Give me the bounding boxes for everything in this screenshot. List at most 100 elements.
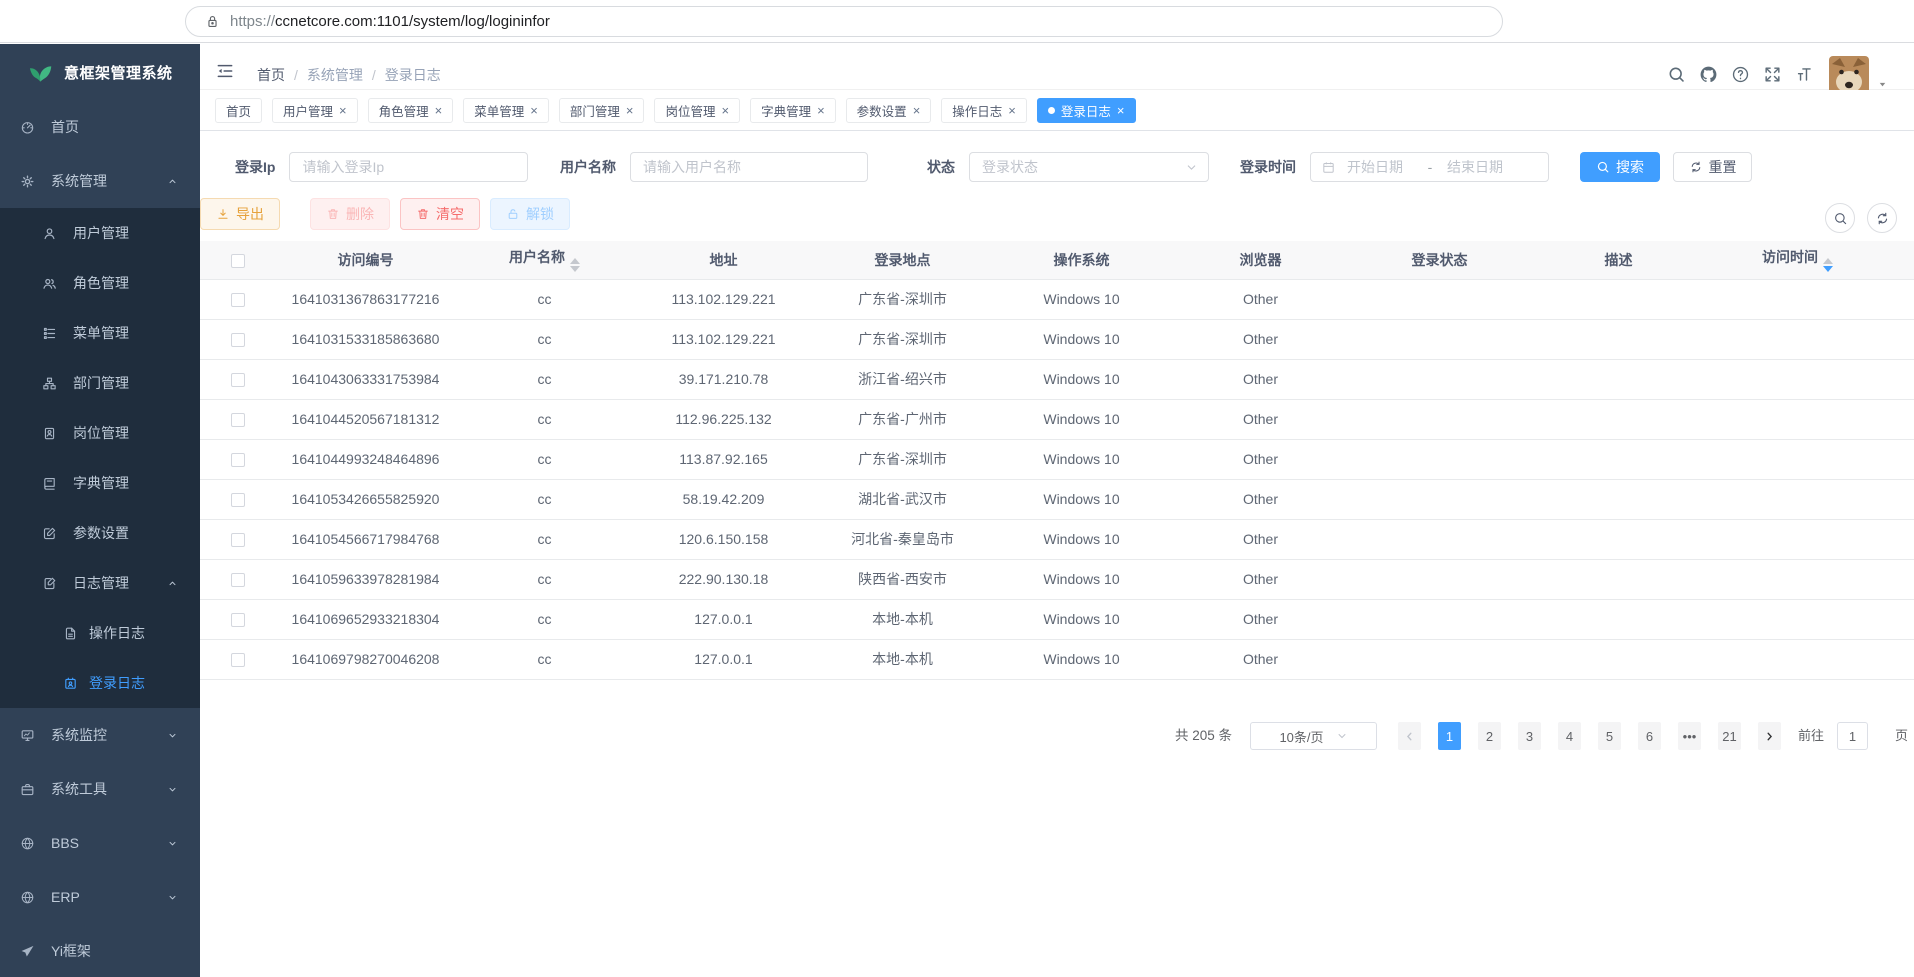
- row-checkbox[interactable]: [231, 293, 245, 307]
- row-checkbox[interactable]: [231, 573, 245, 587]
- [object Object]-icon[interactable]: [1522, 11, 1543, 32]
- close-icon[interactable]: ×: [339, 104, 347, 117]
- close-icon[interactable]: ×: [913, 104, 921, 117]
- url-bar[interactable]: https://ccnetcore.com:1101/system/log/lo…: [185, 6, 1503, 37]
- tab-tag[interactable]: 菜单管理 ×: [463, 98, 549, 123]
- [object Object]-icon[interactable]: [1574, 11, 1595, 32]
- font-size-icon[interactable]: [1795, 65, 1814, 84]
- [object Object]-icon[interactable]: [1834, 11, 1855, 32]
- toolbar-button[interactable]: 清空: [400, 198, 480, 230]
- sidebar-item[interactable]: 用户管理: [0, 208, 200, 258]
- caret-down-icon[interactable]: [1877, 79, 1888, 90]
- toolbar-button[interactable]: 解锁: [490, 198, 570, 230]
- [object Object]-icon[interactable]: [1782, 11, 1803, 32]
- login-ip-input[interactable]: 请输入登录Ip: [289, 152, 528, 182]
- page-number-button[interactable]: 2: [1478, 722, 1501, 750]
- [object Object]-icon[interactable]: [1426, 12, 1445, 31]
- tab-tag[interactable]: 部门管理 ×: [559, 98, 645, 123]
- search-icon[interactable]: [1667, 65, 1686, 84]
- close-icon[interactable]: ×: [435, 104, 443, 117]
- breadcrumb-item[interactable]: 系统管理: [307, 67, 363, 83]
- [object Object]-icon[interactable]: [1678, 11, 1699, 32]
- tab-tag[interactable]: 操作日志 ×: [941, 98, 1027, 123]
- sidebar-item[interactable]: Yi框架: [0, 924, 200, 977]
- page-number-button[interactable]: •••: [1678, 722, 1701, 750]
- sidebar-item[interactable]: 岗位管理: [0, 408, 200, 458]
- tab-tag[interactable]: 角色管理 ×: [368, 98, 454, 123]
- sidebar-item[interactable]: 字典管理: [0, 458, 200, 508]
- tab-tag[interactable]: 用户管理 ×: [272, 98, 358, 123]
- sidebar-item[interactable]: 部门管理: [0, 358, 200, 408]
- page-number-button[interactable]: 5: [1598, 722, 1621, 750]
- sidebar-item[interactable]: 菜单管理: [0, 308, 200, 358]
- sidebar-item[interactable]: 系统工具: [0, 762, 200, 816]
- sidebar-item[interactable]: ERP: [0, 870, 200, 924]
- close-icon[interactable]: ×: [1008, 104, 1016, 117]
- [object Object]-icon[interactable]: [1626, 11, 1647, 32]
- sidebar-item[interactable]: BBS: [0, 816, 200, 870]
- sidebar-item[interactable]: 系统监控: [0, 708, 200, 762]
- date-end[interactable]: 结束日期: [1447, 157, 1513, 177]
- search-button[interactable]: 搜索: [1580, 152, 1660, 182]
- column-header[interactable]: 用户名称: [455, 241, 634, 279]
- date-start[interactable]: 开始日期: [1347, 157, 1413, 177]
- row-checkbox[interactable]: [231, 493, 245, 507]
- [object Object]-icon[interactable]: [1381, 12, 1400, 31]
- [object Object]-icon[interactable]: [78, 11, 98, 31]
- sidebar-item[interactable]: 操作日志: [0, 608, 200, 658]
- reset-button[interactable]: 重置: [1673, 152, 1752, 182]
- [object Object]-icon[interactable]: [0, 11, 20, 31]
- next-page-button[interactable]: [1758, 722, 1781, 750]
- breadcrumb-item[interactable]: 首页: [257, 67, 285, 83]
- row-checkbox[interactable]: [231, 413, 245, 427]
- close-icon[interactable]: ×: [530, 104, 538, 117]
- [object Object]-icon[interactable]: [1886, 11, 1907, 32]
- close-icon[interactable]: ×: [817, 104, 825, 117]
- row-checkbox[interactable]: [231, 653, 245, 667]
- tab-tag[interactable]: 登录日志 ×: [1037, 98, 1136, 123]
- tab-tag[interactable]: 参数设置 ×: [846, 98, 932, 123]
- table-refresh-button[interactable]: [1867, 203, 1897, 233]
- collapse-menu-icon[interactable]: [215, 61, 235, 81]
- fullscreen-icon[interactable]: [1763, 65, 1782, 84]
- [object Object]-icon[interactable]: [1471, 12, 1490, 31]
- page-number-button[interactable]: 21: [1718, 722, 1741, 750]
- sidebar-item[interactable]: 系统管理: [0, 154, 200, 208]
- toolbar-button[interactable]: 删除: [310, 198, 390, 230]
- column-header[interactable]: 访问时间: [1708, 241, 1887, 279]
- sidebar-item[interactable]: 角色管理: [0, 258, 200, 308]
- tab-tag[interactable]: 岗位管理 ×: [654, 98, 740, 123]
- [object Object]-icon[interactable]: [132, 11, 152, 31]
- sidebar-item[interactable]: 登录日志: [0, 658, 200, 708]
- user-name-input[interactable]: 请输入用户名称: [630, 152, 868, 182]
- status-select[interactable]: 登录状态: [969, 152, 1209, 182]
- page-number-button[interactable]: 4: [1558, 722, 1581, 750]
- date-range-input[interactable]: 开始日期 - 结束日期: [1310, 152, 1549, 182]
- sort-caret-icon[interactable]: [570, 258, 580, 272]
- question-icon[interactable]: [1731, 65, 1750, 84]
- row-checkbox[interactable]: [231, 613, 245, 627]
- github-icon[interactable]: [1699, 65, 1718, 84]
- select-all-checkbox[interactable]: [231, 254, 245, 268]
- tab-tag[interactable]: 字典管理 ×: [750, 98, 836, 123]
- page-number-button[interactable]: 1: [1438, 722, 1461, 750]
- close-icon[interactable]: ×: [626, 104, 634, 117]
- toolbar-button[interactable]: 导出: [200, 198, 280, 230]
- row-checkbox[interactable]: [231, 373, 245, 387]
- sidebar-item[interactable]: 日志管理: [0, 558, 200, 608]
- sidebar-item[interactable]: 首页: [0, 100, 200, 154]
- [object Object]-icon[interactable]: [1336, 12, 1355, 31]
- [object Object]-icon[interactable]: [1730, 11, 1751, 32]
- row-checkbox[interactable]: [231, 533, 245, 547]
- close-icon[interactable]: ×: [1117, 104, 1125, 117]
- table-search-button[interactable]: [1825, 203, 1855, 233]
- tab-tag[interactable]: 首页: [215, 98, 262, 123]
- sort-caret-icon[interactable]: [1823, 258, 1833, 272]
- page-size-select[interactable]: 10条/页: [1250, 722, 1377, 750]
- row-checkbox[interactable]: [231, 333, 245, 347]
- row-checkbox[interactable]: [231, 453, 245, 467]
- goto-page-input[interactable]: [1837, 722, 1868, 750]
- prev-page-button[interactable]: [1398, 722, 1421, 750]
- close-icon[interactable]: ×: [721, 104, 729, 117]
- page-number-button[interactable]: 3: [1518, 722, 1541, 750]
